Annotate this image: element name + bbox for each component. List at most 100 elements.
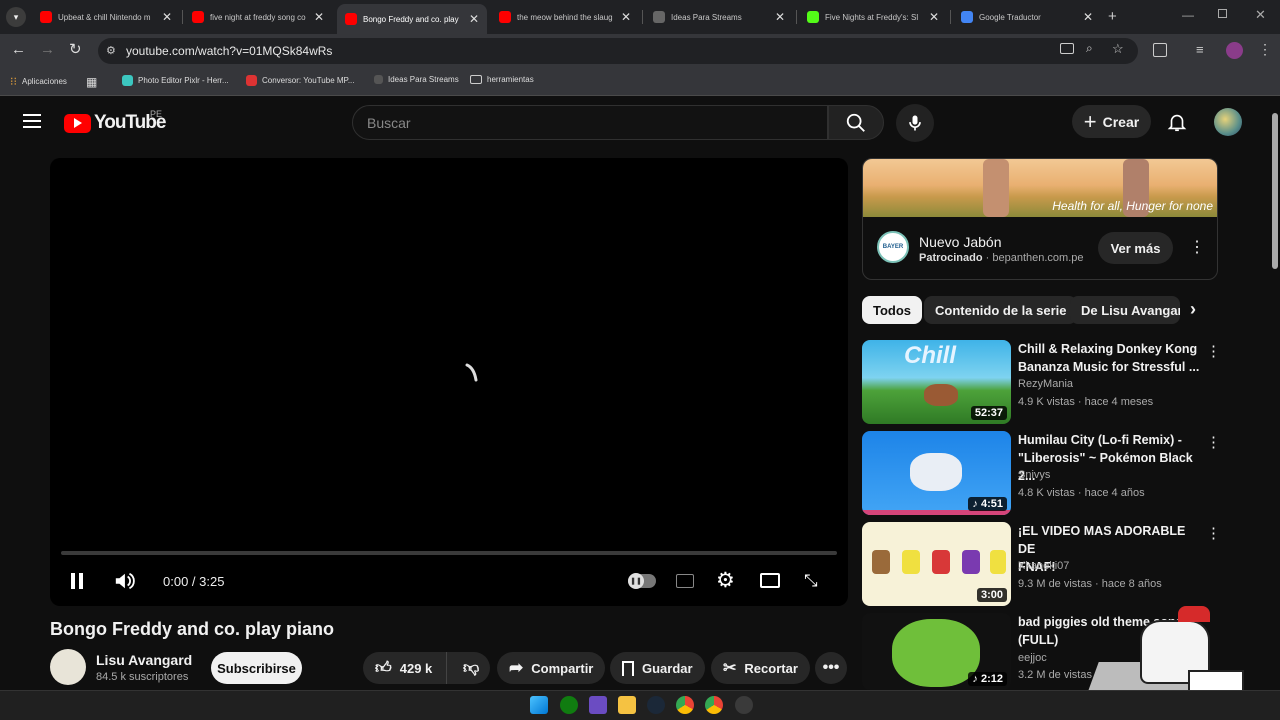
scrollbar-thumb[interactable] — [1272, 113, 1278, 269]
back-icon[interactable]: ← — [11, 41, 26, 58]
channel-name[interactable]: eejjoc — [1018, 652, 1047, 664]
video-thumbnail[interactable]: ♪ 4:51 — [862, 431, 1011, 515]
autoplay-toggle[interactable]: ❚❚ — [628, 573, 656, 589]
channel-name[interactable]: Snivys — [1018, 469, 1050, 481]
duration-text: 4:51 — [980, 498, 1003, 510]
video-title[interactable]: Chill & Relaxing Donkey Kong Bananza Mus… — [1018, 340, 1203, 376]
dislike-button[interactable]: 👎︎ — [455, 659, 479, 678]
browser-menu-icon[interactable]: ⋮ — [1258, 41, 1272, 58]
save-button[interactable]: Guardar — [610, 652, 705, 684]
voice-search-button[interactable] — [896, 104, 934, 142]
microphone-icon — [909, 115, 921, 131]
ad-cta-button[interactable]: Ver más — [1098, 232, 1173, 264]
browser-tab-active[interactable]: Bongo Freddy and co. play ✕ — [337, 4, 487, 34]
channel-name[interactable]: Lisu Avangard — [96, 652, 192, 668]
restore-window-icon[interactable] — [1218, 9, 1227, 18]
browser-tab[interactable]: Upbeat & chill Nintendo m ✕ — [32, 4, 180, 30]
chrome-icon[interactable] — [676, 696, 694, 714]
close-tab-icon[interactable]: ✕ — [162, 10, 172, 24]
thumbnail-character — [902, 550, 920, 574]
video-thumbnail[interactable]: Chill 52:37 — [862, 340, 1011, 424]
bookmark-apps[interactable]: ⁝⁝ Aplicaciones — [10, 75, 67, 88]
ad-more-icon[interactable]: ⋮ — [1189, 237, 1205, 257]
browser-tab[interactable]: the meow behind the slaug ✕ — [491, 4, 639, 30]
close-tab-icon[interactable]: ✕ — [929, 10, 939, 24]
youtube-favicon-icon — [345, 13, 357, 25]
bookmark-folder-herramientas[interactable]: herramientas — [470, 75, 534, 84]
chrome-profile-icon[interactable] — [705, 696, 723, 714]
subscribe-button[interactable]: Subscribirse — [211, 652, 302, 684]
like-button[interactable]: 👍︎ 429 k — [363, 652, 447, 684]
bookmark-star-icon[interactable]: ☆ — [1112, 41, 1124, 57]
autoplay-knob: ❚❚ — [628, 573, 644, 589]
search-input[interactable]: Buscar — [352, 105, 828, 140]
tab-search-button[interactable]: ▾ — [6, 7, 26, 27]
pixlr-icon — [122, 75, 133, 86]
hamburger-menu-icon[interactable] — [23, 114, 41, 128]
forward-icon[interactable]: → — [40, 41, 55, 58]
fullscreen-icon[interactable]: ⤡ — [804, 571, 818, 591]
video-thumbnail[interactable]: 3:00 — [862, 522, 1011, 606]
close-tab-icon[interactable]: ✕ — [775, 10, 785, 24]
file-explorer-icon[interactable] — [618, 696, 636, 714]
volume-button[interactable] — [113, 571, 135, 596]
site-info-icon[interactable]: ⚙ — [106, 44, 116, 57]
close-tab-icon[interactable]: ✕ — [469, 12, 479, 26]
clip-button[interactable]: ✂ Recortar — [711, 652, 810, 684]
minimize-window-icon[interactable]: — — [1182, 8, 1194, 22]
channel-avatar[interactable] — [50, 649, 86, 685]
video-player[interactable]: 0:00 / 3:25 ❚❚ ⚙ ⤡ — [50, 158, 848, 606]
install-app-icon[interactable] — [1060, 43, 1074, 54]
zoom-icon[interactable]: ⌕ — [1086, 41, 1093, 56]
create-button[interactable]: + Crear — [1072, 105, 1151, 138]
xbox-app-icon[interactable] — [560, 696, 578, 714]
new-tab-icon[interactable]: + — [1108, 8, 1117, 25]
steam-icon[interactable] — [647, 696, 665, 714]
browser-tab[interactable]: five night at freddy song co ✕ — [184, 4, 332, 30]
pause-button[interactable] — [70, 573, 84, 589]
share-button[interactable]: ➦ Compartir — [497, 652, 606, 684]
chip-series[interactable]: Contenido de la serie — [924, 296, 1078, 324]
browser-tab[interactable]: Ideas Para Streams ✕ — [645, 4, 793, 30]
share-label: Compartir — [531, 660, 594, 676]
close-tab-icon[interactable]: ✕ — [621, 10, 631, 24]
sponsored-card[interactable]: Health for all, Hunger for none BAYER Nu… — [862, 158, 1218, 280]
notifications-button[interactable] — [1166, 111, 1188, 138]
bookmark-grid-button[interactable]: ▦ — [86, 75, 97, 89]
address-bar[interactable]: ⚙ youtube.com/watch?v=01MQSk84wRs ⌕ ☆ — [98, 38, 1138, 64]
video-more-icon[interactable]: ⋮ — [1206, 524, 1221, 542]
video-more-icon[interactable]: ⋮ — [1206, 342, 1221, 360]
bookmark-label: Ideas Para Streams — [388, 75, 459, 84]
theater-mode-icon[interactable] — [760, 573, 780, 588]
more-actions-button[interactable]: ••• — [815, 652, 847, 684]
close-tab-icon[interactable]: ✕ — [314, 10, 324, 24]
chips-next-chevron-icon[interactable]: › — [1190, 299, 1196, 320]
bookmark-pixlr[interactable]: Photo Editor Pixlr - Herr... — [122, 75, 229, 86]
video-thumbnail[interactable]: ♪ 2:12 — [862, 613, 1011, 690]
profile-avatar-icon[interactable] — [1226, 42, 1243, 59]
share-icon: ➦ — [509, 658, 524, 677]
media-controls-icon[interactable]: ≡ — [1196, 42, 1204, 57]
bookmark-converter[interactable]: Conversor: YouTube MP... — [246, 75, 355, 86]
account-avatar[interactable] — [1214, 108, 1242, 136]
progress-bar[interactable] — [61, 551, 837, 555]
close-tab-icon[interactable]: ✕ — [1083, 10, 1093, 24]
app-icon[interactable] — [589, 696, 607, 714]
channel-name[interactable]: RezyMania — [1018, 378, 1073, 390]
windows-start-icon[interactable] — [530, 696, 548, 714]
reload-icon[interactable]: ↻ — [69, 40, 82, 58]
chip-from-channel[interactable]: De Lisu Avangard — [1070, 296, 1180, 324]
search-button[interactable] — [828, 105, 884, 140]
subtitles-icon[interactable] — [676, 574, 694, 588]
browser-tab[interactable]: Google Traductor ✕ — [953, 4, 1101, 30]
page-scrollbar[interactable] — [1270, 97, 1280, 690]
close-window-icon[interactable]: ✕ — [1255, 7, 1266, 23]
settings-gear-icon[interactable]: ⚙ — [716, 568, 735, 593]
chip-all[interactable]: Todos — [862, 296, 923, 324]
channel-name[interactable]: Xkaneki07 — [1018, 560, 1069, 572]
video-more-icon[interactable]: ⋮ — [1206, 433, 1221, 451]
browser-tab[interactable]: Five Nights at Freddy's: Sl ✕ — [799, 4, 947, 30]
app-icon-active[interactable] — [735, 696, 753, 714]
bookmark-ideas[interactable]: Ideas Para Streams — [374, 75, 459, 84]
extensions-icon[interactable] — [1153, 43, 1167, 57]
